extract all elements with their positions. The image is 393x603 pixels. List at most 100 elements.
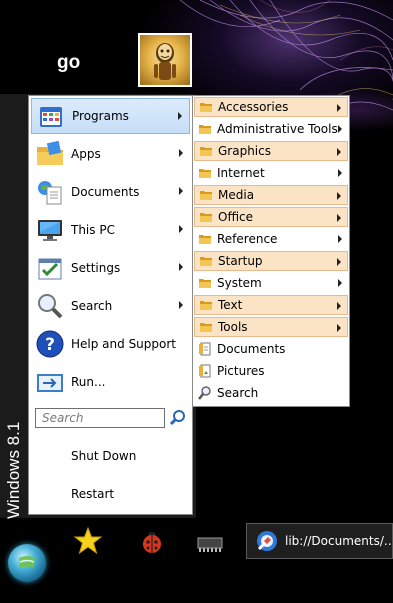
menu-item-label: Documents: [71, 185, 140, 199]
user-avatar[interactable]: [138, 33, 192, 87]
documents-icon: [33, 175, 67, 209]
submenu-item-startup[interactable]: Startup: [194, 251, 348, 271]
submenu-item-label: Reference: [217, 232, 278, 246]
star-icon[interactable]: [73, 526, 103, 556]
ladybug-icon[interactable]: [137, 527, 167, 557]
chevron-right-icon: [179, 263, 183, 271]
restart-label: Restart: [71, 487, 115, 501]
menu-item-apps[interactable]: Apps: [31, 136, 190, 172]
settings-icon: [33, 251, 67, 285]
submenu-item-label: Internet: [217, 166, 265, 180]
search-button-icon[interactable]: [169, 409, 187, 427]
submenu-item-label: Pictures: [217, 364, 265, 378]
menu-item-documents[interactable]: Documents: [31, 174, 190, 210]
folder-icon: [198, 122, 212, 136]
menu-item-search[interactable]: Search: [31, 288, 190, 324]
folder-icon: [198, 166, 212, 180]
menu-item-programs[interactable]: Programs: [31, 98, 190, 134]
chevron-right-icon: [337, 192, 341, 200]
submenu-item-label: Graphics: [218, 144, 271, 158]
chevron-right-icon: [178, 112, 182, 120]
folder-icon: [199, 144, 213, 158]
folder-icon: [199, 298, 213, 312]
this-pc-icon: [33, 213, 67, 247]
programs-icon: [34, 99, 68, 133]
submenu-item-tools[interactable]: Tools: [194, 317, 348, 337]
submenu-item-documents[interactable]: Documents: [194, 339, 348, 359]
folder-icon: [199, 188, 213, 202]
menu-item-label: Search: [71, 299, 113, 313]
menu-item-label: Settings: [71, 261, 121, 275]
chip-icon[interactable]: [195, 529, 225, 559]
submenu-item-search[interactable]: Search: [194, 383, 348, 403]
chevron-right-icon: [338, 169, 342, 177]
submenu-item-label: Accessories: [218, 100, 289, 114]
submenu-item-office[interactable]: Office: [194, 207, 348, 227]
task-label: lib://Documents/...: [285, 534, 393, 548]
programs-submenu: Accessories Administrative Tools Graphic…: [192, 95, 350, 407]
restart-button[interactable]: Restart: [31, 476, 190, 512]
apps-icon: [33, 137, 67, 171]
menu-item-settings[interactable]: Settings: [31, 250, 190, 286]
picture-file-icon: [198, 364, 212, 378]
menu-item-this-pc[interactable]: This PC: [31, 212, 190, 248]
start-menu-panel: Programs Apps Documents This PC Settings…: [28, 95, 193, 515]
avatar-figure-icon: [154, 43, 176, 80]
chevron-right-icon: [337, 148, 341, 156]
chevron-right-icon: [337, 104, 341, 112]
user-name: go: [57, 52, 81, 73]
chevron-right-icon: [337, 302, 341, 310]
folder-icon: [199, 100, 213, 114]
start-logo-icon: [19, 556, 35, 568]
submenu-item-label: Media: [218, 188, 255, 202]
submenu-item-label: Office: [218, 210, 254, 224]
menu-item-help[interactable]: ? Help and Support: [31, 326, 190, 362]
folder-icon: [199, 320, 213, 334]
chevron-right-icon: [337, 214, 341, 222]
help-icon: ?: [33, 327, 67, 361]
chevron-right-icon: [338, 125, 342, 133]
submenu-item-label: Text: [218, 298, 243, 312]
folder-icon: [198, 232, 212, 246]
search-file-icon: [198, 386, 212, 400]
submenu-item-accessories[interactable]: Accessories: [194, 97, 348, 117]
chevron-right-icon: [179, 149, 183, 157]
chevron-right-icon: [179, 187, 183, 195]
submenu-item-label: Documents: [217, 342, 286, 356]
run-icon: [33, 365, 67, 399]
submenu-item-administrative-tools[interactable]: Administrative Tools: [194, 119, 348, 139]
start-button-orb[interactable]: [8, 544, 46, 582]
submenu-item-pictures[interactable]: Pictures: [194, 361, 348, 381]
folder-icon: [199, 254, 213, 268]
menu-item-label: Apps: [71, 147, 101, 161]
shutdown-button[interactable]: Shut Down: [31, 438, 190, 474]
chevron-right-icon: [179, 225, 183, 233]
menu-item-label: Programs: [72, 109, 129, 123]
submenu-item-label: Tools: [218, 320, 248, 334]
svg-text:?: ?: [45, 335, 55, 355]
menu-item-label: Run...: [71, 375, 106, 389]
menu-item-label: Help and Support: [71, 337, 176, 351]
chevron-right-icon: [337, 324, 341, 332]
submenu-item-label: Startup: [218, 254, 263, 268]
submenu-item-text[interactable]: Text: [194, 295, 348, 315]
submenu-item-media[interactable]: Media: [194, 185, 348, 205]
chevron-right-icon: [338, 235, 342, 243]
submenu-item-label: System: [217, 276, 262, 290]
menu-item-label: This PC: [71, 223, 115, 237]
chevron-right-icon: [179, 301, 183, 309]
chevron-right-icon: [337, 258, 341, 266]
submenu-item-internet[interactable]: Internet: [194, 163, 348, 183]
taskbar-task-explorer[interactable]: lib://Documents/...: [246, 523, 393, 559]
submenu-item-label: Search: [217, 386, 259, 400]
explorer-icon: [255, 529, 279, 553]
submenu-item-graphics[interactable]: Graphics: [194, 141, 348, 161]
search-icon: [33, 289, 67, 323]
submenu-item-reference[interactable]: Reference: [194, 229, 348, 249]
shutdown-label: Shut Down: [71, 449, 137, 463]
menu-item-run[interactable]: Run...: [31, 364, 190, 400]
submenu-item-system[interactable]: System: [194, 273, 348, 293]
os-version-label: Windows 8.1: [4, 421, 23, 519]
search-input[interactable]: Search: [35, 408, 165, 428]
submenu-item-label: Administrative Tools: [217, 122, 338, 136]
